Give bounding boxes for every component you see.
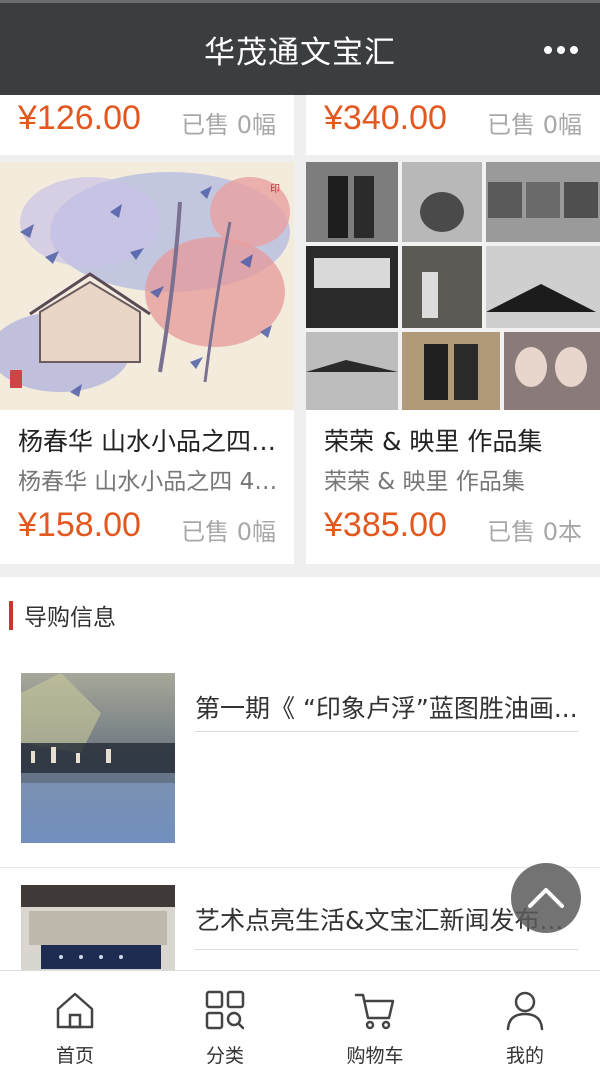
- tab-label: 我的: [505, 1045, 544, 1067]
- chevron-up-icon: [528, 888, 564, 908]
- top-bar: 华茂通文宝汇: [0, 0, 600, 95]
- article-item[interactable]: 第一期《 “印象卢浮”蓝图胜油画...: [0, 667, 600, 867]
- product-sold-count: 已售 0本: [487, 518, 582, 546]
- tab-category[interactable]: 分类: [150, 971, 300, 1067]
- section-divider: [0, 867, 600, 868]
- app-screen: 华茂通文宝汇 ¥126.00 已售 0幅 ¥340.00 已售 0幅 印 杨春华…: [0, 0, 600, 1067]
- product-sold-count: 已售 0幅: [487, 111, 582, 139]
- product-title: 杨春华 山水小品之四 ...: [18, 427, 280, 456]
- section-title: 导购信息: [24, 605, 116, 631]
- article-thumbnail: [21, 673, 175, 843]
- section-accent-bar: [9, 601, 13, 630]
- tab-mine[interactable]: 我的: [450, 971, 600, 1067]
- tab-label: 分类: [205, 1045, 244, 1067]
- back-to-top-button[interactable]: [511, 863, 581, 933]
- product-subtitle: 荣荣 & 映里 作品集: [324, 469, 525, 495]
- product-subtitle: 杨春华 山水小品之四 46...: [18, 469, 280, 495]
- app-title: 华茂通文宝汇: [204, 35, 396, 71]
- product-sold-count: 已售 0幅: [181, 518, 276, 546]
- article-title: 第一期《 “印象卢浮”蓝图胜油画...: [195, 694, 578, 723]
- more-dot-icon: [570, 46, 578, 54]
- more-dot-icon: [544, 46, 552, 54]
- home-icon: [56, 992, 94, 1029]
- product-card[interactable]: 荣荣 & 映里 作品集 荣荣 & 映里 作品集 ¥385.00 已售 0本: [306, 162, 600, 564]
- product-price: ¥340.00: [324, 99, 447, 137]
- more-options-button[interactable]: [544, 41, 578, 59]
- svg-text:印: 印: [270, 183, 280, 195]
- product-card[interactable]: 印 杨春华 山水小品之四 ... 杨春华 山水小品之四 46... ¥158.0…: [0, 162, 294, 564]
- article-item[interactable]: 艺术点亮生活&文宝汇新闻发布...: [0, 877, 600, 970]
- section-header: 导购信息: [0, 577, 600, 647]
- user-icon: [506, 991, 544, 1031]
- product-price: ¥385.00: [324, 506, 447, 544]
- product-title: 荣荣 & 映里 作品集: [324, 427, 543, 456]
- product-price: ¥126.00: [18, 99, 141, 137]
- product-sold-count: 已售 0幅: [181, 111, 276, 139]
- product-image[interactable]: [306, 162, 600, 410]
- category-icon: [205, 990, 245, 1030]
- more-dot-icon: [557, 46, 565, 54]
- bottom-tab-bar: 首页 分类 购物车 我的: [0, 970, 600, 1067]
- guide-section: 导购信息 第一期《 “印象卢浮”蓝图胜油画... 艺术点亮生活&文宝汇新闻发布.…: [0, 577, 600, 970]
- tab-home[interactable]: 首页: [0, 971, 150, 1067]
- page-content[interactable]: ¥126.00 已售 0幅 ¥340.00 已售 0幅 印 杨春华 山水小品之四…: [0, 95, 600, 970]
- product-image[interactable]: 印: [0, 162, 294, 410]
- tab-label: 购物车: [346, 1045, 404, 1067]
- tab-cart[interactable]: 购物车: [300, 971, 450, 1067]
- product-card[interactable]: ¥340.00 已售 0幅: [306, 95, 600, 155]
- article-thumbnail: [21, 885, 175, 970]
- article-underline: [195, 949, 578, 950]
- product-card[interactable]: ¥126.00 已售 0幅: [0, 95, 294, 155]
- product-price: ¥158.00: [18, 506, 141, 544]
- cart-icon: [354, 993, 395, 1030]
- article-underline: [195, 731, 578, 732]
- tab-label: 首页: [55, 1045, 94, 1067]
